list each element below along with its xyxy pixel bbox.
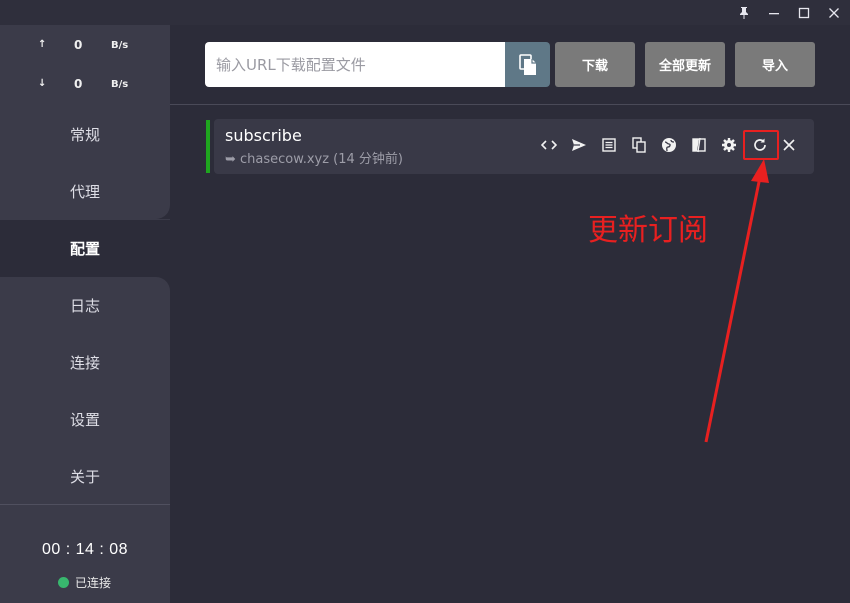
pin-icon[interactable] (729, 0, 759, 25)
nav-about[interactable]: 关于 (0, 448, 170, 505)
copy-icon[interactable] (628, 134, 650, 156)
status-label: 已连接 (75, 576, 112, 590)
nav-profiles[interactable]: 配置 (0, 220, 170, 277)
nav-settings[interactable]: 设置 (0, 391, 170, 448)
upload-unit: B/s (111, 40, 129, 51)
download-speed: ↓ 0 B/s (0, 76, 170, 96)
active-profile-indicator (206, 120, 210, 173)
status-dot-icon (58, 577, 69, 588)
paste-button[interactable] (505, 42, 550, 87)
download-unit: B/s (111, 79, 129, 90)
nav-general[interactable]: 常规 (0, 106, 170, 163)
upload-value: 0 (74, 38, 83, 52)
sidebar: ↑ 0 B/s ↓ 0 B/s 常规 代理 配置 日志 连接 设置 关于 00 … (0, 25, 170, 603)
toolbar-divider (170, 104, 850, 105)
close-window-icon[interactable] (819, 0, 849, 25)
connection-status: 已连接 (58, 574, 111, 591)
upload-speed: ↑ 0 B/s (0, 37, 170, 57)
nav-proxies[interactable]: 代理 (0, 163, 170, 220)
active-corner-bottom (156, 277, 170, 291)
delete-icon[interactable] (778, 134, 800, 156)
download-value: 0 (74, 77, 83, 91)
sidebar-divider (0, 504, 170, 505)
title-bar (0, 0, 850, 25)
paste-icon (518, 53, 536, 75)
annotation-arrow (704, 159, 769, 443)
active-corner-top (156, 205, 170, 219)
send-icon[interactable] (568, 134, 590, 156)
update-all-button[interactable]: 全部更新 (645, 42, 725, 87)
list-icon[interactable] (598, 134, 620, 156)
nav-logs[interactable]: 日志 (0, 277, 170, 334)
annotation-label: 更新订阅 (588, 213, 708, 248)
globe-icon[interactable] (658, 134, 680, 156)
minimize-icon[interactable] (759, 0, 789, 25)
profile-name: subscribe (225, 126, 302, 145)
url-input[interactable] (205, 42, 505, 87)
download-arrow-icon: ↓ (38, 78, 47, 89)
download-button[interactable]: 下载 (555, 42, 635, 87)
nav-connections[interactable]: 连接 (0, 334, 170, 391)
uptime-timer: 00 : 14 : 08 (41, 541, 129, 558)
upload-arrow-icon: ↑ (38, 39, 47, 50)
profile-source: ➥ chasecow.xyz (14 分钟前) (225, 152, 403, 167)
code-icon[interactable] (538, 134, 560, 156)
maximize-icon[interactable] (789, 0, 819, 25)
import-button[interactable]: 导入 (735, 42, 815, 87)
